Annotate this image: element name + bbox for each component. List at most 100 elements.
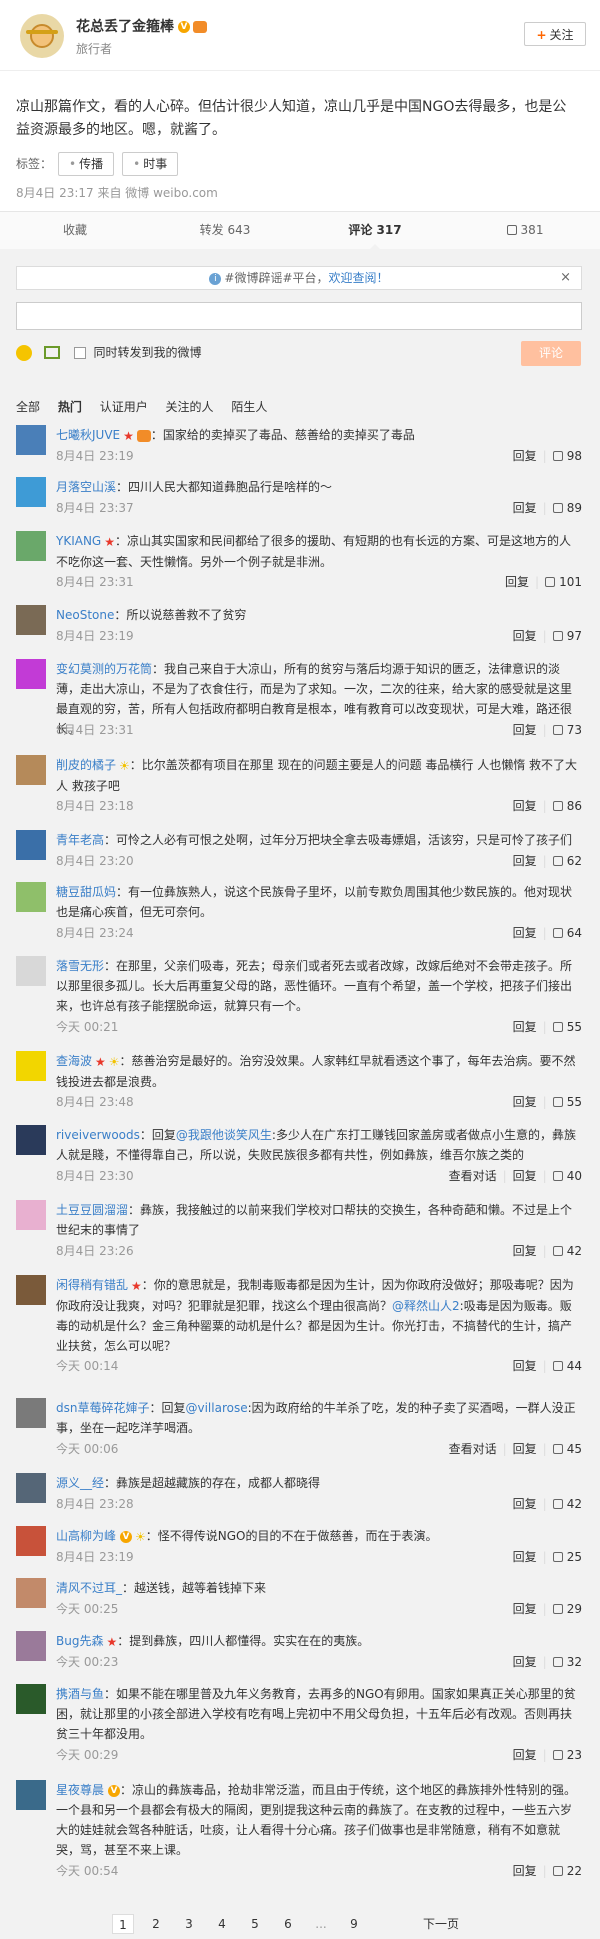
comment-like-button[interactable]: 89: [552, 501, 582, 515]
comment-like-button[interactable]: 55: [552, 1020, 582, 1034]
comment-like-button[interactable]: 42: [552, 1244, 582, 1258]
commenter-name[interactable]: 七曦秋JUVE: [56, 428, 120, 442]
reply-link[interactable]: 回复: [513, 1244, 537, 1258]
commenter-name[interactable]: 山高柳为峰: [56, 1529, 116, 1543]
page-6[interactable]: 6: [277, 1914, 299, 1934]
emoji-icon[interactable]: [16, 344, 32, 361]
mention-link[interactable]: @villarose: [186, 1401, 248, 1415]
commenter-name[interactable]: 变幻莫测的万花筒: [56, 662, 152, 676]
comment-input[interactable]: [16, 302, 582, 330]
page-1[interactable]: 1: [112, 1914, 134, 1934]
comment-like-button[interactable]: 64: [552, 926, 582, 940]
commenter-avatar[interactable]: [16, 1631, 46, 1661]
commenter-avatar[interactable]: [16, 956, 46, 986]
reply-link[interactable]: 回复: [513, 1095, 537, 1109]
reply-link[interactable]: 回复: [513, 1864, 537, 1878]
comment-like-button[interactable]: 25: [552, 1550, 582, 1564]
collect-button[interactable]: 收藏: [0, 212, 150, 249]
commenter-name[interactable]: 糖豆甜瓜妈: [56, 885, 116, 899]
commenter-name[interactable]: 查海波: [56, 1054, 92, 1068]
reply-link[interactable]: 回复: [513, 629, 537, 643]
view-conversation-link[interactable]: 查看对话: [449, 1169, 497, 1183]
commenter-avatar[interactable]: [16, 1398, 46, 1428]
reply-link[interactable]: 回复: [513, 1169, 537, 1183]
reply-link[interactable]: 回复: [513, 723, 537, 737]
like-button[interactable]: 381: [450, 212, 600, 249]
comment-like-button[interactable]: 40: [552, 1169, 582, 1183]
page-3[interactable]: 3: [178, 1914, 200, 1934]
comment-like-button[interactable]: 62: [552, 854, 582, 868]
reply-link[interactable]: 回复: [513, 1655, 537, 1669]
commenter-name[interactable]: 闲得稍有错乱: [56, 1278, 128, 1292]
commenter-avatar[interactable]: [16, 1684, 46, 1714]
comment-like-button[interactable]: 32: [552, 1655, 582, 1669]
commenter-name[interactable]: 削皮的橘子: [56, 758, 116, 772]
commenter-name[interactable]: 青年老高: [56, 833, 104, 847]
reply-link[interactable]: 回复: [513, 449, 537, 463]
notice-link[interactable]: 欢迎查阅！: [329, 271, 389, 285]
commenter-avatar[interactable]: [16, 882, 46, 912]
commenter-avatar[interactable]: [16, 1780, 46, 1810]
tag-chuanbo[interactable]: • 传播: [58, 152, 115, 176]
tag-shishi[interactable]: • 时事: [122, 152, 179, 176]
comment-like-button[interactable]: 22: [552, 1864, 582, 1878]
filter-following[interactable]: 关注的人: [166, 400, 214, 414]
commenter-name[interactable]: riveiverwoods: [56, 1128, 140, 1142]
reply-link[interactable]: 回复: [513, 799, 537, 813]
commenter-avatar[interactable]: [16, 1051, 46, 1081]
repost-checkbox[interactable]: [73, 346, 86, 359]
reply-link[interactable]: 回复: [513, 1020, 537, 1034]
filter-verified[interactable]: 认证用户: [100, 400, 148, 414]
reply-link[interactable]: 回复: [513, 1497, 537, 1511]
commenter-avatar[interactable]: [16, 755, 46, 785]
commenter-avatar[interactable]: [16, 1526, 46, 1556]
next-page-button[interactable]: 下一页: [416, 1914, 466, 1934]
comment-button[interactable]: 评论 317: [300, 212, 450, 250]
reply-link[interactable]: 回复: [513, 501, 537, 515]
commenter-name[interactable]: 星夜尊晨: [56, 1783, 104, 1797]
commenter-name[interactable]: dsn草莓碎花婶子: [56, 1401, 149, 1415]
repost-button[interactable]: 转发 643: [150, 212, 300, 249]
comment-like-button[interactable]: 86: [552, 799, 582, 813]
view-conversation-link[interactable]: 查看对话: [449, 1442, 497, 1456]
image-icon[interactable]: [43, 346, 60, 359]
follow-button[interactable]: + 关注: [524, 22, 586, 46]
commenter-name[interactable]: Bug先森: [56, 1634, 103, 1648]
close-icon[interactable]: ×: [560, 267, 571, 289]
reply-link[interactable]: 回复: [513, 854, 537, 868]
commenter-avatar[interactable]: [16, 1200, 46, 1230]
commenter-avatar[interactable]: [16, 659, 46, 689]
page-4[interactable]: 4: [211, 1914, 233, 1934]
author-name[interactable]: 花总丢了金箍棒 V: [76, 16, 207, 36]
commenter-avatar[interactable]: [16, 1473, 46, 1503]
filter-hot[interactable]: 热门: [58, 400, 82, 414]
commenter-name[interactable]: NeoStone: [56, 608, 114, 622]
reply-link[interactable]: 回复: [513, 1550, 537, 1564]
commenter-avatar[interactable]: [16, 531, 46, 561]
comment-like-button[interactable]: 44: [552, 1359, 582, 1373]
commenter-avatar[interactable]: [16, 605, 46, 635]
commenter-name[interactable]: 土豆豆圆溜溜: [56, 1203, 128, 1217]
reply-link[interactable]: 回复: [513, 1442, 537, 1456]
commenter-avatar[interactable]: [16, 1578, 46, 1608]
page-9[interactable]: 9: [343, 1914, 365, 1934]
commenter-name[interactable]: 落雪无形: [56, 959, 104, 973]
commenter-name[interactable]: 清风不过耳_: [56, 1581, 122, 1595]
mention-link[interactable]: @我跟他谈笑风生: [176, 1128, 272, 1142]
comment-like-button[interactable]: 97: [552, 629, 582, 643]
reply-link[interactable]: 回复: [513, 1359, 537, 1373]
commenter-avatar[interactable]: [16, 1275, 46, 1305]
reply-link[interactable]: 回复: [513, 1748, 537, 1762]
comment-like-button[interactable]: 42: [552, 1497, 582, 1511]
reply-link[interactable]: 回复: [513, 1602, 537, 1616]
reply-link[interactable]: 回复: [505, 575, 529, 589]
comment-like-button[interactable]: 55: [552, 1095, 582, 1109]
page-5[interactable]: 5: [244, 1914, 266, 1934]
commenter-name[interactable]: YKIANG: [56, 534, 101, 548]
page-2[interactable]: 2: [145, 1914, 167, 1934]
commenter-avatar[interactable]: [16, 477, 46, 507]
filter-strangers[interactable]: 陌生人: [231, 400, 267, 414]
comment-like-button[interactable]: 98: [552, 449, 582, 463]
submit-comment-button[interactable]: 评论: [521, 341, 581, 366]
comment-like-button[interactable]: 29: [552, 1602, 582, 1616]
